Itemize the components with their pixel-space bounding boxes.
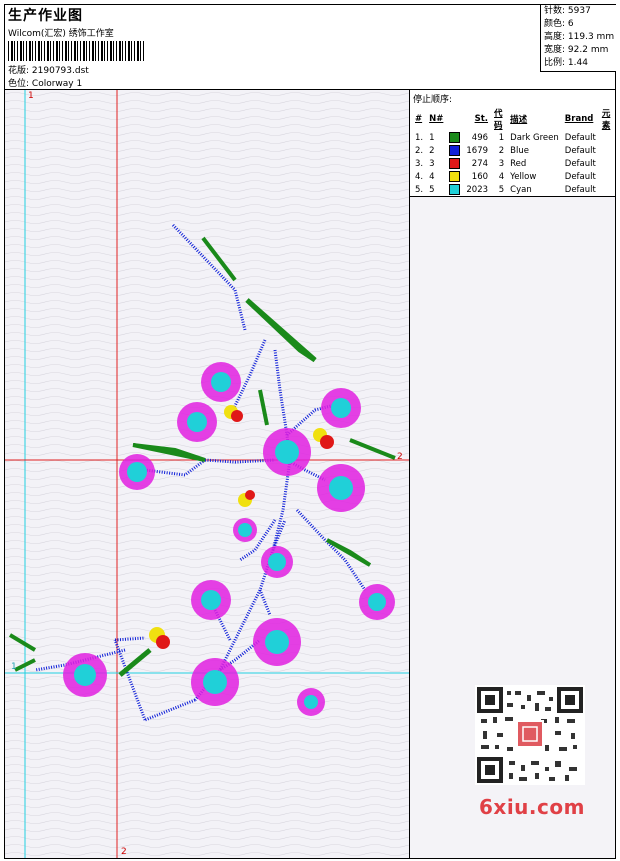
color-swatch	[449, 145, 461, 156]
row-needle: 2	[429, 145, 435, 156]
colorway-value: Colorway 1	[31, 79, 83, 89]
colorway-line: 色位: Colorway 1	[8, 76, 82, 89]
row-stitches: 160	[471, 171, 489, 182]
col-stitches: St.	[474, 114, 489, 124]
row-needle: 4	[429, 171, 435, 182]
row-code: 4	[498, 171, 505, 182]
row-element	[599, 144, 615, 157]
col-brand: Brand	[564, 114, 594, 124]
stop-order-title: 停止顺序:	[413, 95, 453, 105]
col-needle: N#	[429, 114, 444, 124]
qr-code	[475, 685, 585, 785]
color-swatch	[449, 132, 461, 143]
row-brand: Default	[564, 158, 596, 169]
studio-name: Wilcom(汇宏) 绣饰工作室	[8, 29, 114, 39]
axis-marker-2-bottom: 2	[121, 847, 127, 857]
sheet-title: 生产作业图	[8, 8, 83, 24]
color-swatch	[449, 171, 461, 182]
colorway-label: 色位:	[8, 79, 30, 89]
stop-order-panel: 停止顺序: # N# St. 代码 描述 Brand 元素 1. 1 496 1 Dar…	[410, 90, 615, 208]
row-element	[599, 170, 615, 183]
watermark: 6xiu.com	[479, 795, 585, 819]
stop-order-table: # N# St. 代码 描述 Brand 元素 1. 1 496 1 Dark Gree…	[412, 107, 615, 209]
row-index: 3.	[415, 158, 424, 169]
row-index: 1.	[415, 132, 424, 143]
color-swatch	[449, 184, 461, 195]
row-stitches: 274	[471, 158, 489, 169]
row-swatch	[446, 183, 463, 196]
stop-order-row: 4. 4 160 4 Yellow Default	[412, 170, 615, 183]
row-code: 1	[498, 132, 505, 143]
row-brand: Default	[564, 132, 596, 143]
row-swatch	[446, 157, 463, 170]
row-element	[599, 183, 615, 196]
scale-ratio: 比例: 1.44	[544, 58, 588, 68]
row-description: Blue	[510, 145, 529, 156]
row-stitches: 2023	[466, 184, 489, 195]
stop-order-row: 2. 2 1679 2 Blue Default	[412, 144, 615, 157]
row-element	[599, 131, 615, 144]
row-code: 3	[498, 158, 505, 169]
design-file-line: 花版: 2190793.dst	[8, 63, 89, 76]
stop-order-row: 1. 1 496 1 Dark Green Default	[412, 131, 615, 144]
axis-marker-1-left: 1	[11, 662, 17, 672]
axis-marker-1: 1	[28, 91, 34, 101]
col-code: 代码	[494, 109, 503, 131]
qr-code-icon	[477, 687, 583, 783]
stats-panel: 针数: 5937 颜色: 6 高度: 119.3 mm 宽度: 92.2 mm …	[540, 5, 616, 72]
row-description: Red	[510, 158, 527, 169]
axis-marker-2: 2	[397, 452, 403, 462]
row-needle: 1	[429, 132, 435, 143]
row-swatch	[446, 144, 463, 157]
row-needle: 3	[429, 158, 435, 169]
row-swatch	[446, 131, 463, 144]
row-element	[599, 157, 615, 170]
row-index: 4.	[415, 171, 424, 182]
design-label: 花版:	[8, 66, 30, 76]
production-sheet: 生产作业图 Wilcom(汇宏) 绣饰工作室 花版: 2190793.dst 色…	[4, 4, 616, 859]
col-swatch	[446, 107, 463, 131]
color-swatch	[449, 158, 461, 169]
stop-order-row: 5. 5 2023 5 Cyan Default	[412, 183, 615, 196]
embroidery-artwork	[5, 90, 409, 858]
design-width: 宽度: 92.2 mm	[544, 45, 609, 55]
design-file: 2190793.dst	[31, 66, 89, 76]
stop-order-row: 3. 3 274 3 Red Default	[412, 157, 615, 170]
row-stitches: 496	[471, 132, 489, 143]
row-swatch	[446, 170, 463, 183]
row-code: 5	[498, 184, 505, 195]
row-description: Dark Green	[510, 132, 559, 143]
row-code: 2	[498, 145, 505, 156]
row-brand: Default	[564, 184, 596, 195]
row-brand: Default	[564, 145, 596, 156]
col-index: #	[415, 114, 423, 124]
col-element: 元素	[601, 109, 611, 131]
row-brand: Default	[564, 171, 596, 182]
embroidery-preview: 1 2 2 1	[5, 90, 410, 858]
stitch-count: 针数: 5937	[544, 6, 591, 16]
sheet-header: 生产作业图 Wilcom(汇宏) 绣饰工作室 花版: 2190793.dst 色…	[5, 5, 616, 90]
design-height: 高度: 119.3 mm	[544, 32, 615, 42]
color-count: 颜色: 6	[544, 19, 574, 29]
row-needle: 5	[429, 184, 435, 195]
row-index: 2.	[415, 145, 424, 156]
barcode	[8, 41, 144, 61]
row-description: Cyan	[510, 184, 532, 195]
row-description: Yellow	[510, 171, 537, 182]
row-index: 5.	[415, 184, 424, 195]
row-stitches: 1679	[466, 145, 489, 156]
col-description: 描述	[510, 115, 528, 125]
